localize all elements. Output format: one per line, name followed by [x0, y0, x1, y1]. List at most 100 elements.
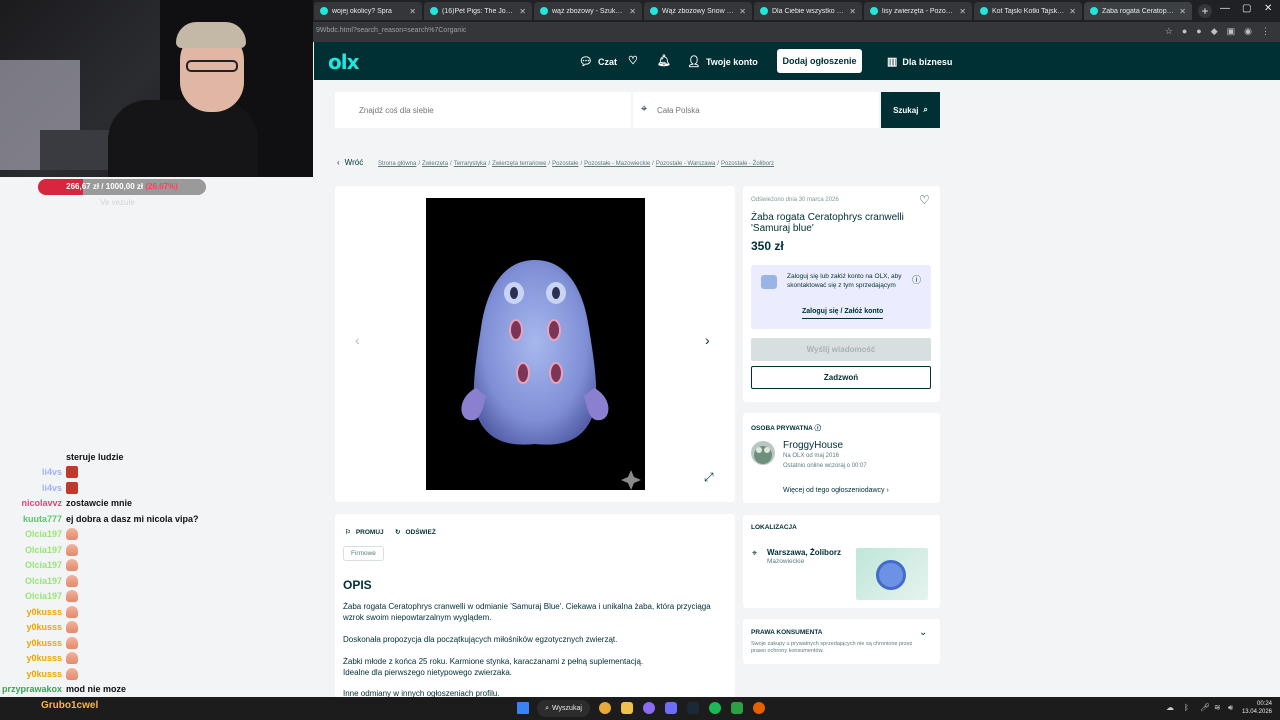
minimize-icon[interactable]: —	[1220, 3, 1230, 14]
url-text[interactable]: 9Wbdc.html?search_reason=search%7Corgani…	[316, 27, 466, 34]
chat-username[interactable]: y0kusss	[0, 607, 66, 617]
heart-icon[interactable]: ♡	[628, 54, 638, 67]
app-icon[interactable]	[643, 702, 655, 714]
close-tab-icon[interactable]: ✕	[1069, 7, 1076, 16]
close-tab-icon[interactable]: ✕	[519, 7, 526, 16]
close-tab-icon[interactable]: ✕	[1179, 7, 1186, 16]
close-tab-icon[interactable]: ✕	[739, 7, 746, 16]
close-tab-icon[interactable]: ✕	[629, 7, 636, 16]
post-ad-button[interactable]: Dodaj ogłoszenie	[777, 49, 862, 73]
taskbar-search[interactable]: ⌕ Wyszukaj	[537, 700, 590, 717]
info-icon[interactable]: ⓘ	[814, 425, 821, 432]
close-tab-icon[interactable]: ✕	[409, 7, 416, 16]
breadcrumb-link[interactable]: Zwierzęta terrariowe	[492, 161, 546, 167]
chat-username[interactable]: y0kusss	[0, 653, 66, 663]
breadcrumb-link[interactable]: Pozostałe	[552, 161, 578, 167]
maximize-icon[interactable]: ▢	[1242, 3, 1251, 14]
taskbar-clock[interactable]: 00:24 13.04.2026	[1242, 700, 1272, 716]
send-message-button[interactable]: Wyślij wiadomość	[751, 338, 931, 361]
business-link[interactable]: ▥ Dla biznesu	[887, 55, 952, 68]
chat-username[interactable]: Olcia197	[0, 560, 66, 570]
chat-username[interactable]: y0kusss	[0, 638, 66, 648]
browser-tab[interactable]: wąż zbożowy - Szukaj w Goo ✕	[534, 2, 642, 20]
play-icon[interactable]	[731, 702, 743, 714]
firefox-icon[interactable]	[753, 702, 765, 714]
breadcrumb-link[interactable]: Pozostałe - Warszawa	[656, 161, 715, 167]
profile-icon[interactable]: ◉	[1244, 26, 1252, 37]
chevron-right-icon[interactable]: ›	[705, 332, 710, 348]
close-tab-icon[interactable]: ✕	[959, 7, 966, 16]
spotify-icon[interactable]	[709, 702, 721, 714]
avatar[interactable]	[751, 441, 775, 465]
chat-username[interactable]: y0kusss	[0, 622, 66, 632]
info-icon[interactable]: ⓘ	[912, 273, 921, 286]
breadcrumb-link[interactable]: Zwierzęta	[422, 161, 448, 167]
account-link[interactable]: 👤︎ Twoje konto	[687, 55, 758, 68]
breadcrumb-link[interactable]: Terrarystyka	[454, 161, 487, 167]
browser-tab[interactable]: lisy zwierzęta - Pozostałe Zw✕	[864, 2, 972, 20]
wifi-icon[interactable]: ≋	[1214, 703, 1221, 712]
close-window-icon[interactable]: ✕	[1264, 3, 1272, 14]
promote-button[interactable]: ⚐ PROMUJ	[345, 528, 384, 537]
puzzle-icon[interactable]: ▣	[1227, 26, 1236, 37]
close-tab-icon[interactable]: ✕	[849, 7, 856, 16]
chevron-left-icon[interactable]: ‹	[355, 332, 360, 348]
browser-tab[interactable]: Żaba rogata Ceratophrys cra ✕	[1084, 2, 1192, 20]
chat-username[interactable]: przyprawakox	[0, 684, 66, 694]
seller-name[interactable]: FroggyHouse	[783, 440, 843, 451]
chat-username[interactable]: Olcia197	[0, 529, 66, 539]
steam-icon[interactable]	[687, 702, 699, 714]
bluetooth-icon[interactable]: ᛒ	[1184, 703, 1189, 712]
menu-icon[interactable]: ⋮	[1261, 26, 1270, 37]
mic-icon[interactable]: 🎤︎	[1200, 703, 1210, 712]
more-from-seller-link[interactable]: Więcej od tego ogłoszeniodawcy ›	[783, 487, 889, 494]
browser-tab[interactable]: Kot Tajski Kotki Tajskie Koteł ✕	[974, 2, 1082, 20]
tray-icon[interactable]: ☁	[1166, 703, 1174, 712]
refresh-button[interactable]: ↻ ODŚWIEŻ	[395, 528, 436, 537]
frog-avatar-icon	[754, 446, 772, 464]
volume-icon[interactable]: 🔊︎	[1228, 703, 1233, 713]
folder-icon[interactable]	[621, 702, 633, 714]
chat-username[interactable]: y0kusss	[0, 669, 66, 679]
consumer-rights-card[interactable]: PRAWA KONSUMENTA ⌄ Swoje zakupy u prywat…	[743, 619, 940, 664]
browser-tab[interactable]: (16)Pet Pigs: The Joy of Mini✕	[424, 2, 532, 20]
browser-tab[interactable]: Dla Ciebie wszystko - sprzed ✕	[754, 2, 862, 20]
location-input[interactable]	[633, 92, 879, 128]
site-header: olx 💬︎ Czat ♡ 🔔︎ 👤︎ Twoje konto Dodaj og…	[314, 42, 1280, 80]
location-map[interactable]	[856, 548, 928, 600]
browser-tab[interactable]: wojej okolicy? Spra ✕	[314, 2, 422, 20]
chat-link[interactable]: 💬︎ Czat	[579, 55, 617, 68]
chrome-icon[interactable]	[599, 702, 611, 714]
new-tab-button[interactable]: +	[1198, 4, 1212, 18]
chat-username[interactable]: Olcia197	[0, 591, 66, 601]
listing-photo[interactable]	[426, 198, 645, 490]
star-icon[interactable]: ☆	[1165, 26, 1173, 37]
search-button[interactable]: Szukaj ⌕	[881, 92, 940, 128]
browser-tab[interactable]: Wąż zbożowy Snow stripe 0 ✕	[644, 2, 752, 20]
breadcrumb-link[interactable]: Pozostałe - Żoliborz	[721, 161, 774, 167]
breadcrumb-link[interactable]: Pozostałe - Mazowieckie	[584, 161, 650, 167]
extension-icon[interactable]: ●	[1182, 26, 1187, 37]
login-link[interactable]: Zaloguj się / Załóż konto	[802, 308, 884, 319]
chat-username[interactable]: li4vs	[0, 467, 66, 477]
chat-username[interactable]: li4vs	[0, 483, 66, 493]
chat-username[interactable]: Olcia197	[0, 545, 66, 555]
favicon-icon	[650, 7, 658, 15]
favorite-heart-icon[interactable]: ♡	[919, 193, 930, 207]
discord-icon[interactable]	[665, 702, 677, 714]
olx-logo[interactable]: olx	[328, 50, 359, 74]
chat-username[interactable]: kuuta777	[0, 514, 66, 524]
chevron-down-icon[interactable]: ⌄	[919, 627, 927, 638]
chat-username[interactable]: Olcia197	[0, 576, 66, 586]
breadcrumb-link[interactable]: Strona główna	[378, 161, 416, 167]
expand-icon[interactable]: ⤢	[704, 470, 714, 485]
back-link[interactable]: ‹ Wróć	[337, 158, 363, 167]
extension-icon[interactable]: ◆	[1211, 26, 1218, 37]
bell-icon[interactable]: 🔔︎	[657, 54, 671, 67]
call-button[interactable]: Zadzwoń	[751, 366, 931, 389]
stream-chat: steruje ludzie li4vs li4vs nicolavvz zostawc…	[0, 449, 313, 697]
extension-icon[interactable]: ●	[1196, 26, 1201, 37]
search-input[interactable]	[335, 92, 631, 128]
chat-username[interactable]: nicolavvz	[0, 498, 66, 508]
windows-start-icon[interactable]	[517, 702, 529, 714]
